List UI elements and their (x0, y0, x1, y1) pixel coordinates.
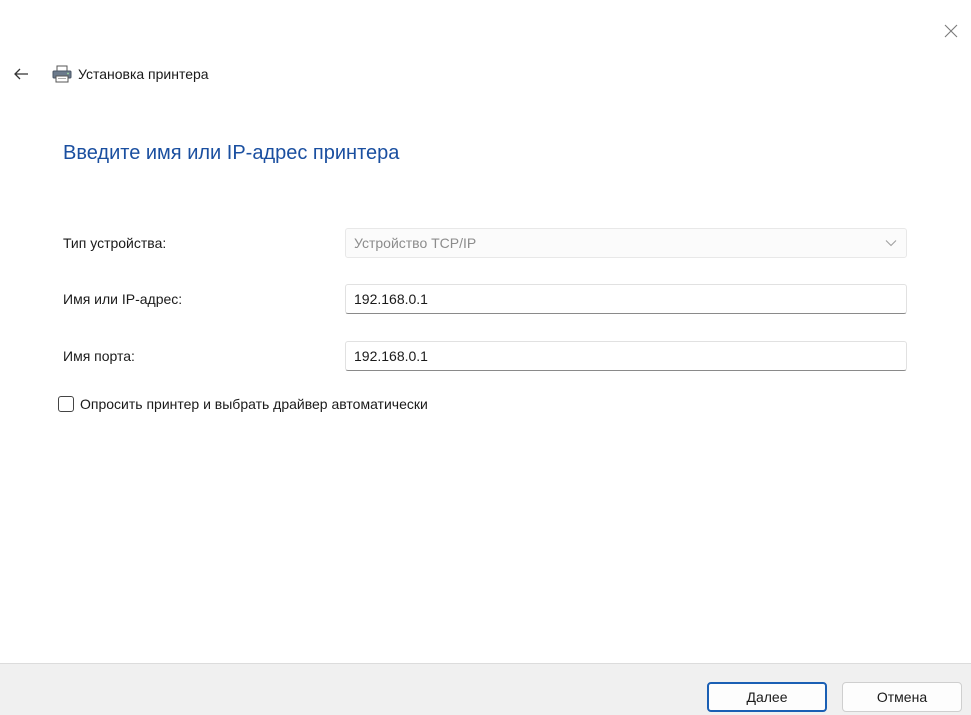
page-heading: Введите имя или IP-адрес принтера (63, 142, 400, 164)
close-icon (944, 24, 958, 38)
device-type-label: Тип устройства: (63, 235, 167, 251)
port-name-label: Имя порта: (63, 348, 135, 364)
auto-driver-option[interactable]: Опросить принтер и выбрать драйвер автом… (58, 396, 428, 412)
device-type-select[interactable]: Устройство TCP/IP (345, 228, 907, 258)
hostname-input[interactable] (345, 284, 907, 314)
printer-setup-window: Установка принтера Введите имя или IP-ад… (0, 0, 971, 715)
device-type-row: Тип устройства: Устройство TCP/IP (63, 226, 909, 260)
cancel-button[interactable]: Отмена (842, 682, 962, 712)
chevron-down-icon (884, 236, 898, 250)
window-title: Установка принтера (78, 66, 209, 82)
hostname-row: Имя или IP-адрес: (63, 282, 909, 316)
dialog-footer: Далее Отмена (0, 663, 971, 715)
back-arrow-icon (14, 68, 28, 80)
back-button[interactable] (10, 63, 32, 85)
auto-driver-checkbox[interactable] (58, 396, 74, 412)
next-button[interactable]: Далее (707, 682, 827, 712)
auto-driver-label: Опросить принтер и выбрать драйвер автом… (80, 396, 428, 412)
port-name-input[interactable] (345, 341, 907, 371)
printer-icon (52, 65, 72, 83)
window-header: Установка принтера (10, 60, 209, 88)
port-name-row: Имя порта: (63, 339, 909, 373)
hostname-label: Имя или IP-адрес: (63, 291, 183, 307)
close-button[interactable] (938, 18, 964, 44)
device-type-value: Устройство TCP/IP (354, 235, 477, 251)
